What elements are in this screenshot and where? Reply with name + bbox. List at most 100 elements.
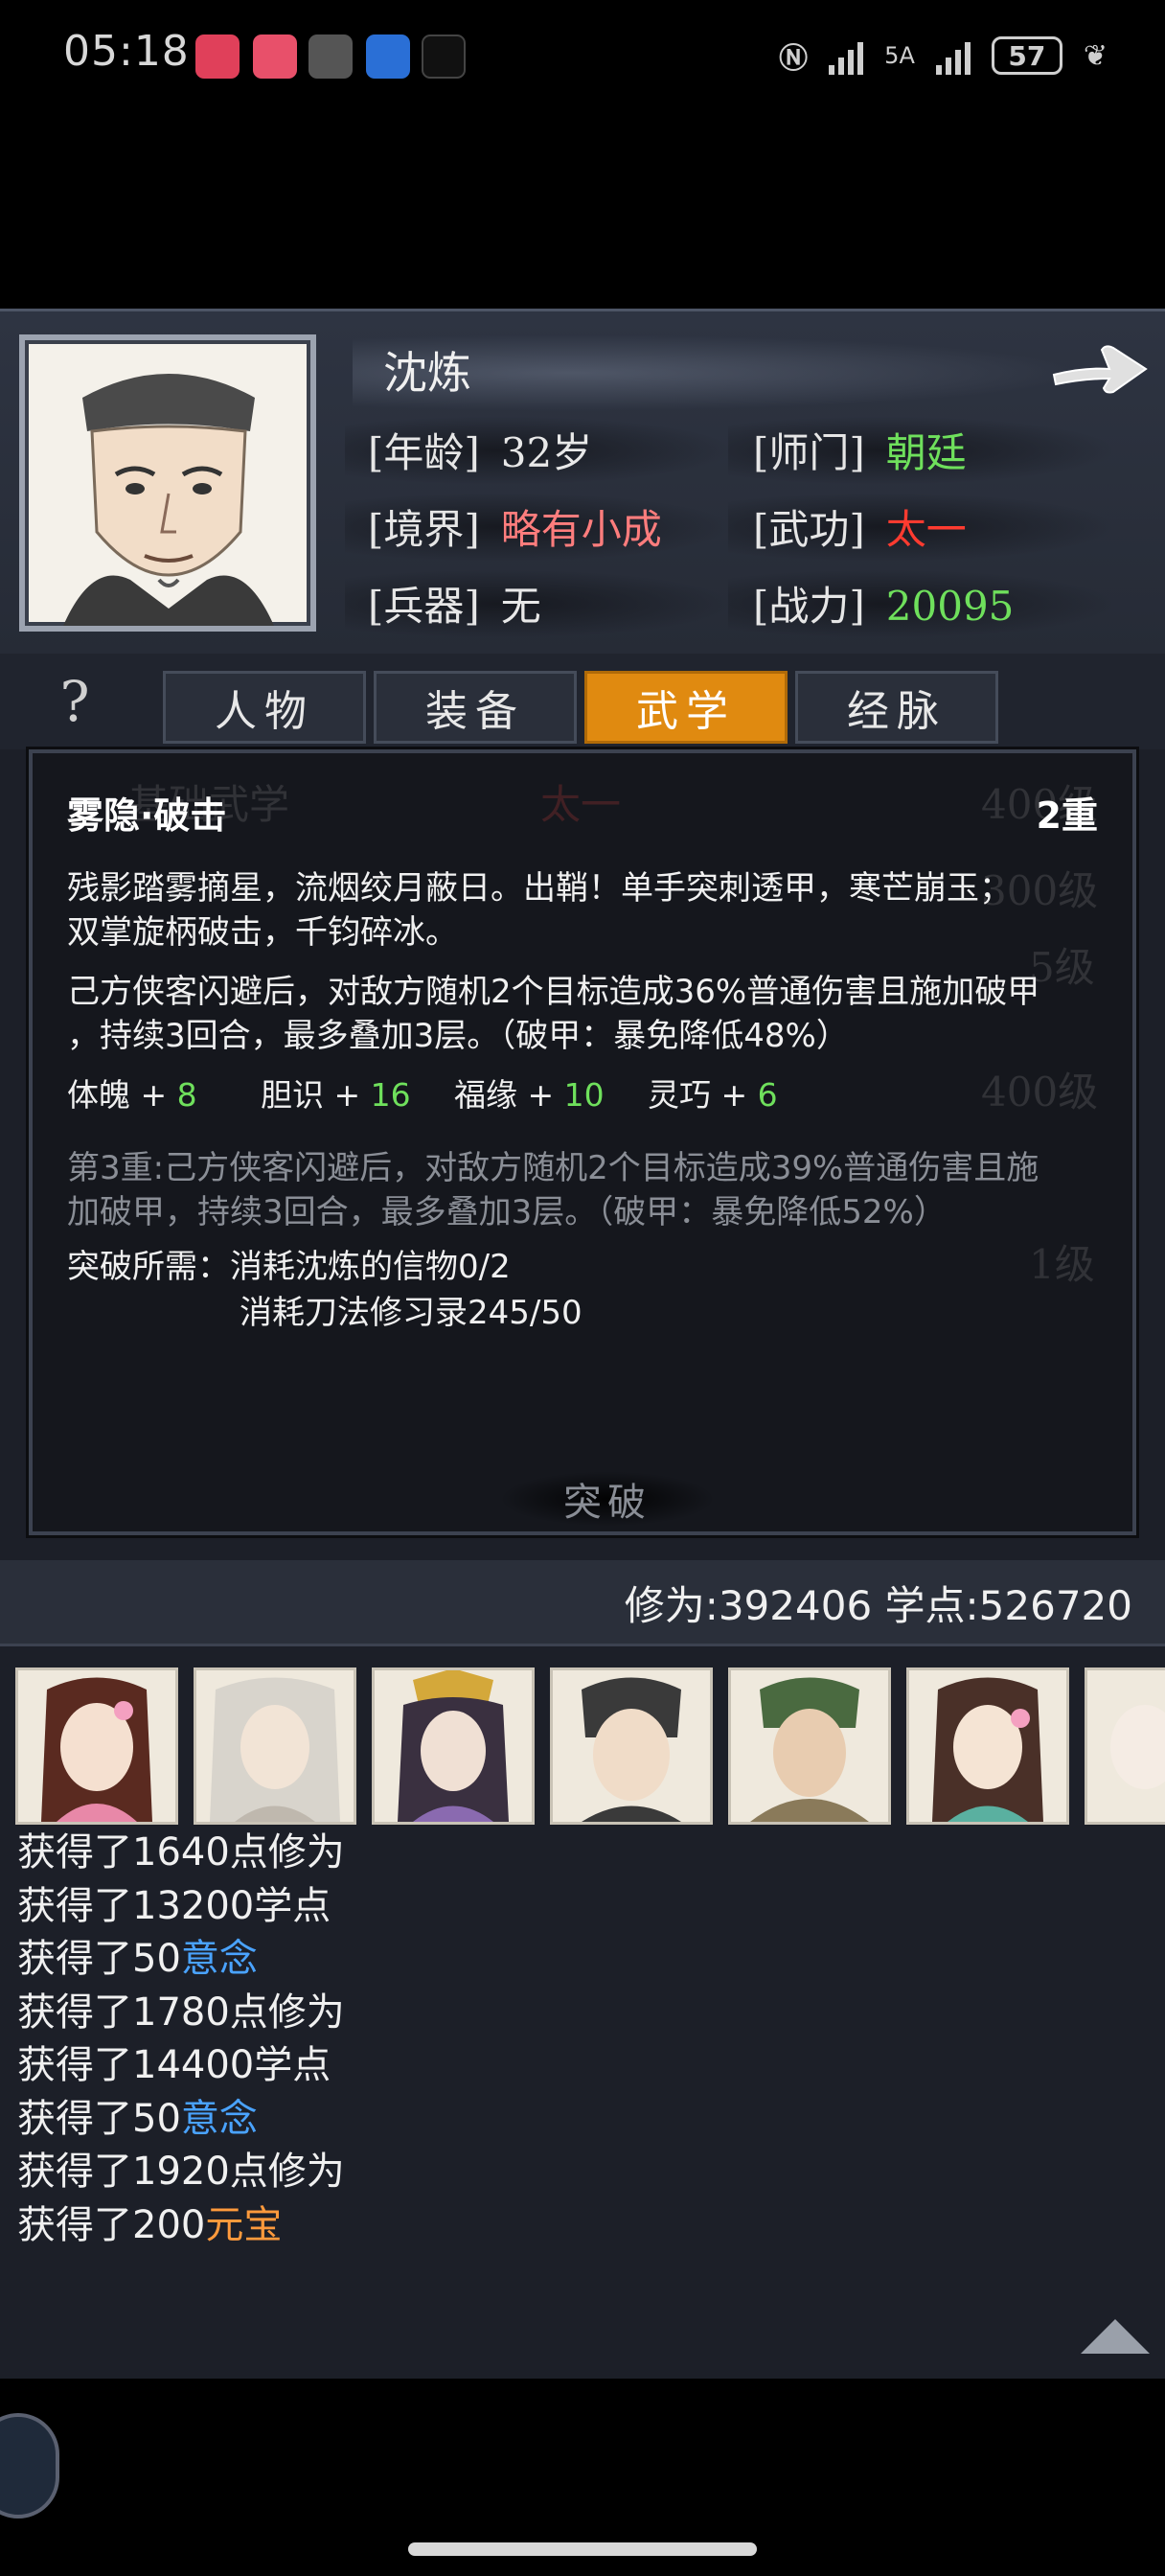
stat-realm: [境界] 略有小成: [368, 497, 662, 556]
home-indicator[interactable]: [408, 2542, 757, 2556]
log-text: 获得了1640点修为: [17, 1830, 345, 1874]
log-line: 获得了1920点修为: [17, 2146, 345, 2199]
character-card[interactable]: [906, 1668, 1069, 1825]
battery-icon: 57: [991, 36, 1062, 75]
effect-line: ，持续3回合，最多叠加3层。（破甲：暴免降低48%）: [67, 1017, 849, 1055]
breakthrough-requirements: 消耗刀法修习录245/50: [240, 1290, 582, 1336]
stat-label: [年龄]: [368, 429, 480, 476]
skill-effect: 己方侠客闪避后，对敌方随机2个目标造成36%普通伤害且施加破甲 ，持续3回合，最…: [67, 970, 1111, 1058]
breakthrough-requirements: 突破所需：消耗沈炼的信物0/2: [67, 1244, 511, 1290]
attr-name: 福缘 +: [454, 1076, 564, 1114]
notification-app-icon: [308, 34, 353, 79]
skill-level: 2重: [1036, 794, 1098, 837]
attr-value: 16: [370, 1076, 411, 1114]
description-line: 双掌旋柄破击，千钧碎冰。: [67, 913, 458, 952]
requirement-line: 消耗沈炼的信物0/2: [230, 1248, 511, 1286]
stat-value: 朝廷: [885, 429, 967, 476]
bilibili-icon: [253, 34, 297, 79]
attr-name: 胆识 +: [261, 1076, 371, 1114]
next-level-line: 加破甲，持续3回合，最多叠加3层。（破甲：暴免降低52%）: [67, 1193, 947, 1231]
log-text: 获得了200: [17, 2202, 206, 2247]
breakthrough-button[interactable]: 突破: [502, 1472, 713, 1526]
character-card[interactable]: [194, 1668, 356, 1825]
attr-agility: 灵巧 + 6: [648, 1070, 841, 1116]
notification-app-icon: [195, 34, 240, 79]
background-skill-row: 400级: [981, 1069, 1099, 1116]
skill-title: 雾隐·破击: [67, 794, 227, 837]
signal-icon-2: [935, 36, 971, 75]
stat-sect: [师门] 朝廷: [753, 421, 967, 479]
help-icon[interactable]: ?: [42, 669, 107, 734]
log-text: 获得了14400学点: [17, 2043, 331, 2087]
effect-line: 己方侠客闪避后，对敌方随机2个目标造成36%普通伤害且施加破甲: [67, 973, 1040, 1011]
character-name: 沈炼: [383, 347, 471, 399]
description-line: 残影踏雾摘星，流烟绞月蔽日。出鞘！单手突刺透甲，寒芒崩玉；: [67, 869, 1012, 908]
log-highlight: 意念: [180, 2096, 258, 2141]
stat-age: [年龄] 32岁: [368, 421, 592, 479]
status-bar: 05:18 Ⓝ 5A 57 ❦: [0, 0, 1165, 115]
stat-label: [兵器]: [368, 583, 480, 630]
battery-level: 57: [1008, 39, 1046, 72]
stat-label: [武功]: [753, 506, 865, 553]
background-skill-row: 太一: [540, 781, 622, 828]
next-character-arrow-icon[interactable]: [1046, 331, 1152, 407]
character-card[interactable]: [1085, 1668, 1165, 1825]
cultivation-points: 修为:392406 学点:526720: [624, 1582, 1132, 1629]
floating-menu-button[interactable]: [0, 2413, 59, 2518]
points-bar: 修为:392406 学点:526720: [0, 1560, 1165, 1646]
log-line: 获得了200元宝: [17, 2199, 345, 2253]
character-portrait[interactable]: [19, 334, 316, 632]
attr-name: 体魄 +: [67, 1076, 177, 1114]
tab-character[interactable]: 人物: [163, 671, 366, 744]
character-card[interactable]: [15, 1668, 178, 1825]
stat-value: 20095: [885, 583, 1015, 630]
stat-label: [战力]: [753, 583, 865, 630]
attr-fortune: 福缘 + 10: [454, 1070, 648, 1116]
attr-value: 8: [176, 1076, 197, 1114]
attr-name: 灵巧 +: [648, 1076, 758, 1114]
stat-value: 太一: [885, 506, 967, 553]
log-text: 获得了50: [17, 1937, 181, 1981]
log-text: 获得了1780点修为: [17, 1990, 345, 2035]
next-level-effect: 第3重:己方侠客闪避后，对敌方随机2个目标造成39%普通伤害且施 加破甲，持续3…: [67, 1146, 1111, 1234]
signal-icon-1: [829, 36, 864, 75]
next-level-line: 第3重:己方侠客闪避后，对敌方随机2个目标造成39%普通伤害且施: [67, 1149, 1039, 1187]
skill-detail-panel: 基础武学 太一 400级 300级 5级 400级 1级 雾隐·破击 2重 残影…: [29, 749, 1136, 1535]
stat-weapon: [兵器] 无: [368, 574, 541, 632]
stat-power: [战力] 20095: [753, 574, 1014, 632]
game-screen: 沈炼 [年龄] 32岁 [师门] 朝廷 [境界] 略有小成 [武功] 太一 [兵器] 无 …: [0, 309, 1165, 2379]
scroll-up-icon[interactable]: [1081, 2319, 1150, 2354]
tab-equipment[interactable]: 装备: [374, 671, 577, 744]
nfc-icon: Ⓝ: [779, 42, 809, 76]
status-indicators: Ⓝ 5A 57 ❦: [779, 34, 1108, 77]
log-text: 获得了13200学点: [17, 1883, 331, 1928]
log-text: 获得了1920点修为: [17, 2150, 345, 2194]
stat-martial-art: [武功] 太一: [753, 497, 967, 556]
status-time: 05:18: [63, 27, 190, 76]
requirement-label: 突破所需：: [67, 1248, 230, 1286]
character-strip: [0, 1668, 1165, 1828]
stat-value: 略有小成: [500, 506, 662, 553]
log-line: 获得了50意念: [17, 1933, 345, 1987]
attr-value: 6: [757, 1076, 778, 1114]
log-line: 获得了1780点修为: [17, 1987, 345, 2040]
attr-value: 10: [563, 1076, 605, 1114]
log-text: 获得了50: [17, 2096, 181, 2141]
character-card[interactable]: [550, 1668, 713, 1825]
stat-value: 无: [500, 583, 541, 630]
attr-constitution: 体魄 + 8: [67, 1070, 261, 1116]
stat-label: [境界]: [368, 506, 480, 553]
upload-icon: [366, 34, 410, 79]
attr-courage: 胆识 + 16: [261, 1070, 454, 1116]
tab-bar: ? 人物 装备 武学 经脉: [0, 654, 1165, 749]
reward-log: 获得了1640点修为 获得了13200学点 获得了50意念 获得了1780点修为…: [17, 1827, 345, 2252]
attribute-bonuses: 体魄 + 8 胆识 + 16 福缘 + 10 灵巧 + 6: [67, 1070, 841, 1116]
log-line: 获得了1640点修为: [17, 1827, 345, 1880]
character-header: 沈炼 [年龄] 32岁 [师门] 朝廷 [境界] 略有小成 [武功] 太一 [兵器] 无 …: [0, 309, 1165, 654]
tab-martial-arts[interactable]: 武学: [584, 671, 788, 744]
character-card[interactable]: [728, 1668, 891, 1825]
skill-description: 残影踏雾摘星，流烟绞月蔽日。出鞘！单手突刺透甲，寒芒崩玉； 双掌旋柄破击，千钧碎…: [67, 866, 1111, 954]
tab-meridians[interactable]: 经脉: [795, 671, 998, 744]
background-skill-row: 1级: [1029, 1241, 1095, 1288]
character-card[interactable]: [372, 1668, 535, 1825]
